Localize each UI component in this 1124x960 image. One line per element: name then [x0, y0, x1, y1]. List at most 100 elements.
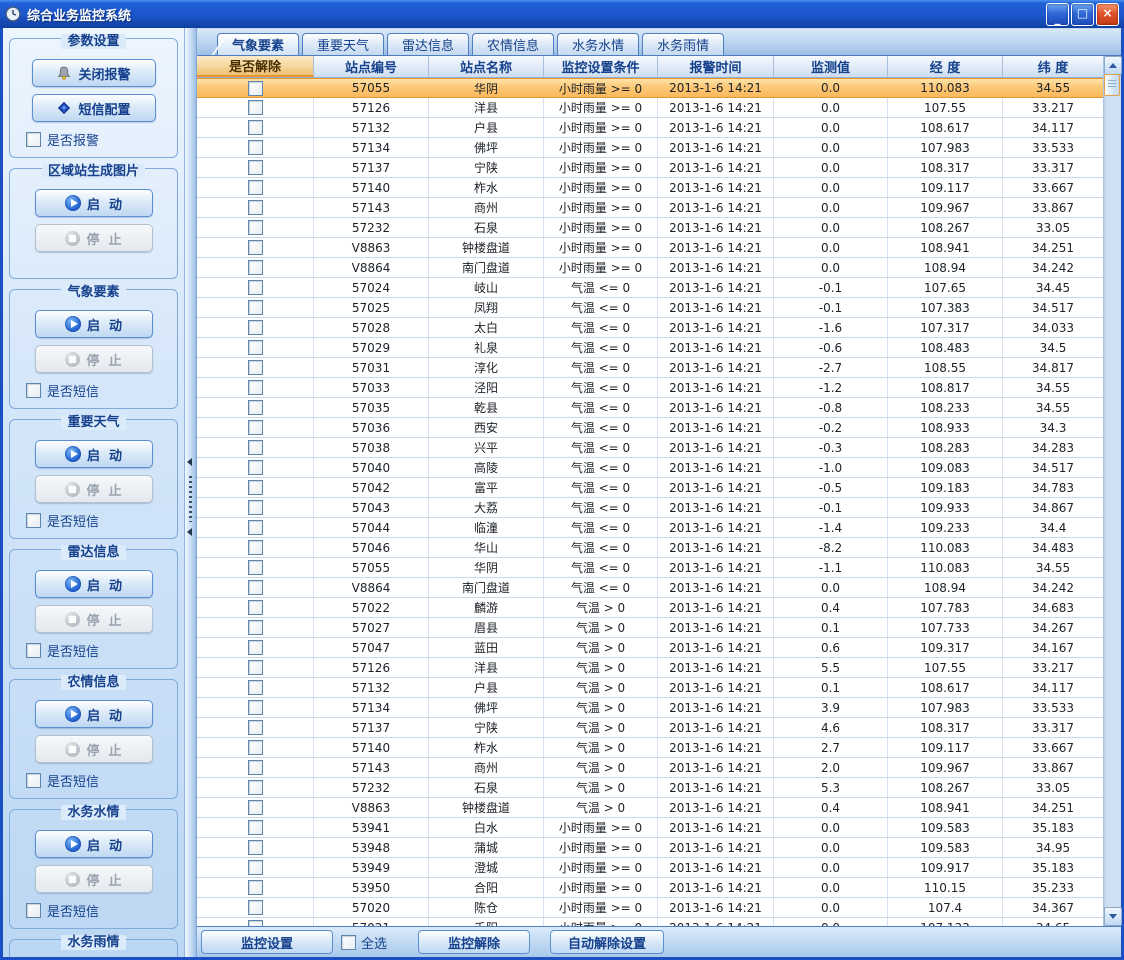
release-checkbox[interactable] [248, 660, 263, 675]
start-button[interactable]: 启 动 [35, 570, 153, 598]
table-row[interactable]: 57137宁陕气温 > 02013-1-6 14:214.6108.31733.… [197, 718, 1104, 738]
column-header-3[interactable]: 站点名称 [429, 56, 544, 77]
table-row[interactable]: 57134佛坪气温 > 02013-1-6 14:213.9107.98333.… [197, 698, 1104, 718]
panel-checkbox[interactable] [26, 903, 41, 918]
tab-5[interactable]: 水务水情 [557, 33, 639, 55]
table-row[interactable]: 57140柞水小时雨量 >= 02013-1-6 14:210.0109.117… [197, 178, 1104, 198]
release-checkbox[interactable] [248, 460, 263, 475]
release-checkbox[interactable] [248, 620, 263, 635]
table-row[interactable]: 53948蒲城小时雨量 >= 02013-1-6 14:210.0109.583… [197, 838, 1104, 858]
select-all-checkbox[interactable] [341, 935, 356, 950]
table-row[interactable]: 57232石泉气温 > 02013-1-6 14:215.3108.26733.… [197, 778, 1104, 798]
release-checkbox[interactable] [248, 760, 263, 775]
column-header-1[interactable]: 是否解除 [197, 56, 314, 77]
release-checkbox[interactable] [248, 820, 263, 835]
table-row[interactable]: 57036西安气温 <= 02013-1-6 14:21-0.2108.9333… [197, 418, 1104, 438]
release-checkbox[interactable] [248, 200, 263, 215]
column-header-2[interactable]: 站点编号 [314, 56, 429, 77]
table-row[interactable]: 57140柞水气温 > 02013-1-6 14:212.7109.11733.… [197, 738, 1104, 758]
release-checkbox[interactable] [248, 720, 263, 735]
table-row[interactable]: 57046华山气温 <= 02013-1-6 14:21-8.2110.0833… [197, 538, 1104, 558]
release-checkbox[interactable] [248, 580, 263, 595]
stop-button[interactable]: 停 止 [35, 224, 153, 252]
release-checkbox[interactable] [248, 260, 263, 275]
table-row[interactable]: 57055华阴小时雨量 >= 02013-1-6 14:210.0110.083… [197, 78, 1104, 98]
release-checkbox[interactable] [248, 920, 263, 926]
release-checkbox[interactable] [248, 420, 263, 435]
release-checkbox[interactable] [248, 900, 263, 915]
table-row[interactable]: 53950合阳小时雨量 >= 02013-1-6 14:210.0110.153… [197, 878, 1104, 898]
table-row[interactable]: 57038兴平气温 <= 02013-1-6 14:21-0.3108.2833… [197, 438, 1104, 458]
table-row[interactable]: 57134佛坪小时雨量 >= 02013-1-6 14:210.0107.983… [197, 138, 1104, 158]
stop-button[interactable]: 停 止 [35, 865, 153, 893]
column-header-6[interactable]: 监测值 [774, 56, 888, 77]
panel-checkbox[interactable] [26, 773, 41, 788]
splitter-drag-handle[interactable] [189, 476, 192, 522]
table-row[interactable]: 57055华阴气温 <= 02013-1-6 14:21-1.1110.0833… [197, 558, 1104, 578]
release-checkbox[interactable] [248, 840, 263, 855]
release-checkbox[interactable] [248, 180, 263, 195]
scrollbar-up-button[interactable] [1104, 56, 1122, 75]
release-checkbox[interactable] [248, 160, 263, 175]
tab-3[interactable]: 雷达信息 [387, 33, 469, 55]
splitter-collapse-arrow-top[interactable] [187, 458, 192, 466]
tab-6[interactable]: 水务雨情 [642, 33, 724, 55]
panel-checkbox[interactable] [26, 513, 41, 528]
stop-button[interactable]: 停 止 [35, 735, 153, 763]
table-row[interactable]: 57042富平气温 <= 02013-1-6 14:21-0.5109.1833… [197, 478, 1104, 498]
start-button[interactable]: 启 动 [35, 189, 153, 217]
table-row[interactable]: 57044临潼气温 <= 02013-1-6 14:21-1.4109.2333… [197, 518, 1104, 538]
vertical-scrollbar[interactable] [1103, 56, 1121, 926]
column-header-4[interactable]: 监控设置条件 [544, 56, 658, 77]
table-row[interactable]: 57043大荔气温 <= 02013-1-6 14:21-0.1109.9333… [197, 498, 1104, 518]
table-row[interactable]: 57232石泉小时雨量 >= 02013-1-6 14:210.0108.267… [197, 218, 1104, 238]
release-checkbox[interactable] [248, 320, 263, 335]
table-row[interactable]: V8863钟楼盘道小时雨量 >= 02013-1-6 14:210.0108.9… [197, 238, 1104, 258]
table-row[interactable]: 57126洋县气温 > 02013-1-6 14:215.5107.5533.2… [197, 658, 1104, 678]
release-checkbox[interactable] [248, 880, 263, 895]
release-checkbox[interactable] [248, 700, 263, 715]
release-checkbox[interactable] [248, 800, 263, 815]
release-checkbox[interactable] [248, 220, 263, 235]
column-header-7[interactable]: 经 度 [888, 56, 1003, 77]
maximize-button[interactable]: □ [1071, 3, 1094, 26]
sidebar-splitter[interactable] [185, 28, 197, 957]
table-row[interactable]: 57025凤翔气温 <= 02013-1-6 14:21-0.1107.3833… [197, 298, 1104, 318]
table-row[interactable]: 57029礼泉气温 <= 02013-1-6 14:21-0.6108.4833… [197, 338, 1104, 358]
release-checkbox[interactable] [248, 780, 263, 795]
table-row[interactable]: 57021千阳小时雨量 >= 02013-1-6 14:210.0107.133… [197, 918, 1104, 926]
table-row[interactable]: 57031淳化气温 <= 02013-1-6 14:21-2.7108.5534… [197, 358, 1104, 378]
table-row[interactable]: 57027眉县气温 > 02013-1-6 14:210.1107.73334.… [197, 618, 1104, 638]
stop-button[interactable]: 停 止 [35, 345, 153, 373]
release-checkbox[interactable] [248, 520, 263, 535]
table-row[interactable]: 57126洋县小时雨量 >= 02013-1-6 14:210.0107.553… [197, 98, 1104, 118]
release-checkbox[interactable] [248, 81, 263, 96]
table-row[interactable]: 53941白水小时雨量 >= 02013-1-6 14:210.0109.583… [197, 818, 1104, 838]
table-row[interactable]: 57143商州气温 > 02013-1-6 14:212.0109.96733.… [197, 758, 1104, 778]
table-row[interactable]: 53949澄城小时雨量 >= 02013-1-6 14:210.0109.917… [197, 858, 1104, 878]
table-row[interactable]: 57024岐山气温 <= 02013-1-6 14:21-0.1107.6534… [197, 278, 1104, 298]
release-checkbox[interactable] [248, 600, 263, 615]
column-header-5[interactable]: 报警时间 [658, 56, 774, 77]
monitor-settings-button[interactable]: 监控设置 [201, 930, 333, 954]
table-row[interactable]: 57137宁陕小时雨量 >= 02013-1-6 14:210.0108.317… [197, 158, 1104, 178]
release-checkbox[interactable] [248, 300, 263, 315]
panel-checkbox[interactable] [26, 383, 41, 398]
release-checkbox[interactable] [248, 120, 263, 135]
release-checkbox[interactable] [248, 500, 263, 515]
tab-1[interactable]: 气象要素 [217, 33, 299, 55]
release-checkbox[interactable] [248, 440, 263, 455]
stop-button[interactable]: 停 止 [35, 605, 153, 633]
table-row[interactable]: V8864南门盘道气温 <= 02013-1-6 14:210.0108.943… [197, 578, 1104, 598]
column-header-8[interactable]: 纬 度 [1003, 56, 1104, 77]
panel-checkbox[interactable] [26, 643, 41, 658]
table-row[interactable]: 57022麟游气温 > 02013-1-6 14:210.4107.78334.… [197, 598, 1104, 618]
release-checkbox[interactable] [248, 860, 263, 875]
release-checkbox[interactable] [248, 280, 263, 295]
release-checkbox[interactable] [248, 480, 263, 495]
table-row[interactable]: V8864南门盘道小时雨量 >= 02013-1-6 14:210.0108.9… [197, 258, 1104, 278]
panel-checkbox[interactable] [26, 132, 41, 147]
release-checkbox[interactable] [248, 560, 263, 575]
close-button[interactable]: × [1096, 3, 1119, 26]
sms-config-button[interactable]: 短信配置 [32, 94, 156, 122]
